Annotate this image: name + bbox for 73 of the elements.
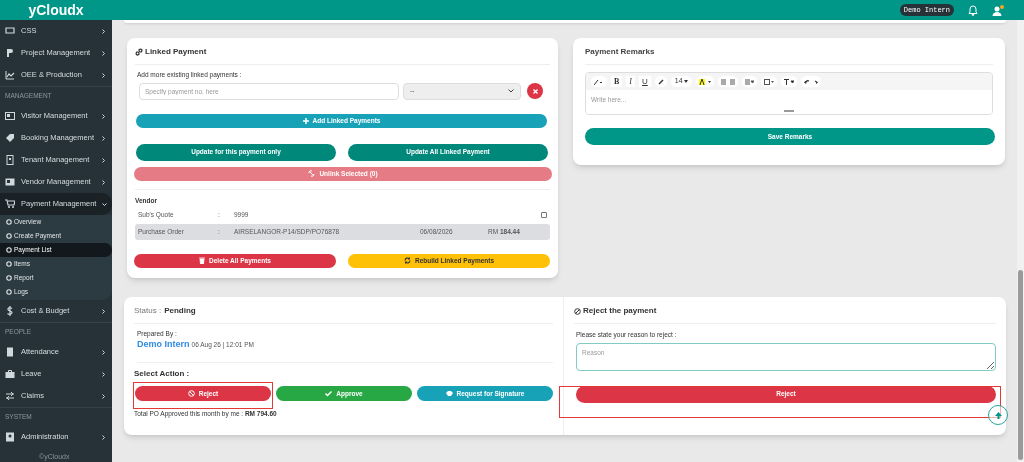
letter-p-icon [5,48,15,58]
building-icon [5,155,15,165]
eraser-button[interactable] [654,76,667,87]
line-chart-icon [5,70,15,80]
circle-icon [6,233,12,239]
chevron-down-icon [102,201,108,207]
text-style-dropdown[interactable] [780,76,797,87]
plus-icon [302,117,309,124]
circle-icon [6,275,12,281]
close-icon [532,88,538,94]
clear-button[interactable] [527,83,543,100]
scroll-top-button[interactable] [988,405,1008,425]
arrow-up-icon [994,411,1002,419]
table-icon [763,78,774,85]
check-icon [325,390,333,397]
resize-handle[interactable] [784,110,794,112]
chevron-right-icon [101,157,106,163]
chevron-right-icon [101,434,106,440]
chevron-right-icon [101,50,106,56]
status-value: Pending [164,305,196,317]
monitor-icon [5,26,15,36]
user-icon[interactable] [992,4,1004,16]
id-card-icon [5,111,15,121]
card-title: Reject the payment [583,305,657,317]
underline-button[interactable]: U [639,76,651,87]
card-title: Linked Payment [145,46,207,58]
section-title: Select Action : [134,368,191,380]
chevron-right-icon [101,179,106,185]
italic-button[interactable]: I [626,76,635,87]
chevron-right-icon [101,349,106,355]
scrollbar[interactable] [1017,20,1024,462]
book-icon [5,347,15,357]
swap-arrows-icon [5,391,15,401]
undo-redo-icon [803,78,818,85]
user-link[interactable]: Demo Intern [137,339,190,350]
caret-icon [683,80,688,83]
cart-icon [5,199,15,209]
chevron-right-icon [101,72,106,78]
text-style-icon [783,78,794,85]
circle-icon [6,289,12,295]
chevron-right-icon [101,135,106,141]
status-label: Status : [134,305,162,317]
ban-icon [574,307,581,315]
chevron-right-icon [101,371,106,377]
highlight-color-button[interactable] [695,76,714,87]
chevron-right-icon [101,113,106,119]
id-card-icon [5,177,15,187]
bold-button[interactable]: B [611,76,623,87]
row-checkbox[interactable] [541,211,547,218]
address-book-icon [5,432,15,442]
circle-icon [6,219,12,225]
chevron-right-icon [101,308,106,314]
briefcase-icon [5,369,15,379]
circle-icon [6,247,12,253]
refresh-icon [403,257,411,264]
circle-icon [6,261,12,267]
tag-icon [5,133,15,143]
dollar-icon [5,306,15,316]
unlink-icon [308,170,316,178]
align-dropdown[interactable] [741,76,757,87]
undo-redo-buttons[interactable] [800,76,821,87]
chevron-right-icon [101,28,106,34]
bell-icon[interactable] [968,4,978,16]
table-dropdown[interactable] [760,76,777,87]
chevron-down-icon [508,89,514,94]
trash-icon [199,257,206,264]
brand-logo[interactable]: yCloudx [0,0,112,20]
link-icon [135,48,143,56]
card-title: Payment Remarks [585,46,993,65]
magic-wand-button[interactable] [591,76,607,87]
ban-icon [187,390,195,397]
chevron-right-icon [101,393,106,399]
highlight-color-icon [698,78,711,85]
